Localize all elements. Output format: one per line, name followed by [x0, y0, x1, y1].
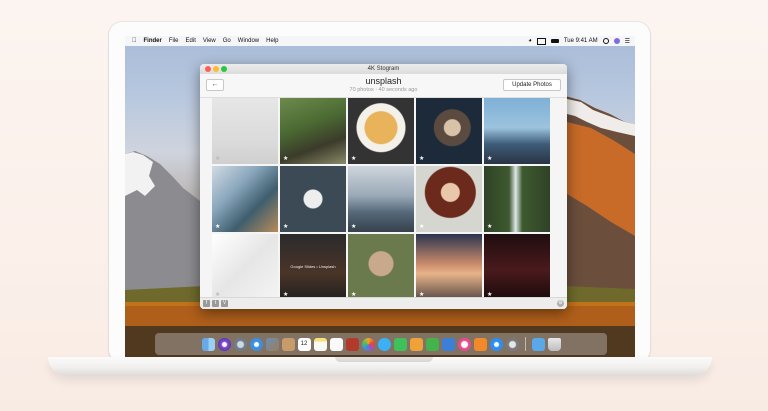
star-icon[interactable]: ★ — [283, 224, 288, 230]
zoom-button[interactable] — [221, 66, 227, 72]
title-bar: 4K Stogram — [200, 64, 567, 74]
clock[interactable]: Tue 9:41 AM — [564, 38, 598, 44]
numbers-icon[interactable] — [425, 337, 439, 351]
photo-monkey[interactable]: ★ — [348, 234, 414, 300]
star-icon[interactable]: ★ — [419, 156, 424, 162]
photo-barber-neon[interactable]: ★ — [484, 234, 550, 300]
notes-icon[interactable] — [313, 337, 327, 351]
contacts-icon[interactable] — [281, 337, 295, 351]
photo-pancakes[interactable]: ★ — [348, 98, 414, 164]
photo-curly-hair[interactable]: ★ — [416, 166, 482, 232]
trash-icon[interactable] — [547, 337, 561, 351]
photo-architecture[interactable]: ★ — [212, 234, 278, 300]
star-icon[interactable]: ★ — [419, 224, 424, 230]
photo-caption: Google Slides • Unsplash — [290, 264, 336, 269]
keynote-icon[interactable] — [441, 337, 455, 351]
photo-waterfall[interactable]: ★ — [484, 166, 550, 232]
pages-icon[interactable] — [409, 337, 423, 351]
messages-icon[interactable] — [377, 337, 391, 351]
airplay-icon[interactable] — [536, 37, 546, 45]
photos-icon[interactable] — [361, 337, 375, 351]
siri-icon[interactable] — [613, 38, 620, 44]
desktop-screen:  Finder File Edit View Go Window Help ◕… — [125, 36, 635, 357]
ibooks-icon[interactable] — [473, 337, 487, 351]
menu-help[interactable]: Help — [266, 38, 278, 44]
notifications-icon[interactable]: ☰ — [625, 38, 630, 45]
battery-icon[interactable] — [550, 39, 559, 43]
menu-file[interactable]: File — [169, 38, 179, 44]
settings-gear-icon[interactable]: ⚙ — [557, 300, 564, 307]
photo-city-skyline[interactable]: ★ — [484, 98, 550, 164]
window-title: 4K Stogram — [367, 66, 400, 72]
star-icon[interactable]: ★ — [283, 156, 288, 162]
star-icon[interactable]: ★ — [215, 224, 220, 230]
photo-gadgets[interactable]: ★ — [280, 166, 346, 232]
menu-go[interactable]: Go — [223, 38, 231, 44]
laptop-notch — [335, 357, 433, 362]
dock-separator — [524, 337, 526, 351]
menu-view[interactable]: View — [203, 38, 216, 44]
photo-grid: ★ ★ ★ ★ ★ ★ ★ ★ ★ ★ ★ Google Slides • Un… — [212, 98, 553, 300]
vimeo-icon[interactable]: V — [221, 300, 228, 307]
reminders-icon[interactable] — [329, 337, 343, 351]
search-icon[interactable] — [602, 38, 609, 44]
facebook-icon[interactable]: f — [203, 300, 210, 307]
photos-preview-icon[interactable] — [265, 337, 279, 351]
menu-window[interactable]: Window — [238, 38, 259, 44]
dock: 12 — [155, 333, 607, 355]
apple-icon[interactable]:  — [132, 38, 137, 44]
itunes-icon[interactable] — [457, 337, 471, 351]
downloads-folder-icon[interactable] — [531, 337, 545, 351]
photo-volcano-sunset[interactable]: ★ — [416, 234, 482, 300]
lake-band — [125, 306, 635, 326]
menu-finder[interactable]: Finder — [144, 38, 162, 44]
star-icon[interactable]: ★ — [351, 224, 356, 230]
safari-icon[interactable] — [249, 337, 263, 351]
launchpad-icon[interactable] — [233, 337, 247, 351]
photo-coast[interactable]: ★ — [348, 166, 414, 232]
bottom-bar: f t V ⚙ — [200, 297, 567, 309]
app-store-icon[interactable] — [489, 337, 503, 351]
minimize-button[interactable] — [213, 66, 219, 72]
menu-bar-status: ◕ Tue 9:41 AM ☰ — [528, 36, 630, 46]
photo-green-valley[interactable]: ★ — [280, 98, 346, 164]
star-icon[interactable]: ★ — [215, 156, 220, 162]
update-photos-button[interactable]: Update Photos — [503, 79, 561, 91]
photo-woman-dark[interactable]: ★ — [416, 98, 482, 164]
photo-google-slides[interactable]: Google Slides • Unsplash ★ — [280, 234, 346, 300]
wifi-icon[interactable]: ◕ — [528, 38, 532, 44]
close-button[interactable] — [205, 66, 211, 72]
twitter-icon[interactable]: t — [212, 300, 219, 307]
menu-edit[interactable]: Edit — [186, 38, 196, 44]
photo-aerial-clouds[interactable]: ★ — [212, 166, 278, 232]
finder-icon[interactable] — [201, 337, 215, 351]
star-icon[interactable]: ★ — [487, 224, 492, 230]
photo-foggy-field[interactable]: ★ — [212, 98, 278, 164]
app-window: 4K Stogram ← unsplash 70 photos · 40 sec… — [200, 64, 567, 309]
star-icon[interactable]: ★ — [351, 156, 356, 162]
toolbar: ← unsplash 70 photos · 40 seconds ago Up… — [200, 74, 567, 98]
menu-bar:  Finder File Edit View Go Window Help ◕… — [125, 36, 635, 46]
system-preferences-icon[interactable] — [505, 337, 519, 351]
photo-booth-icon[interactable] — [345, 337, 359, 351]
star-icon[interactable]: ★ — [487, 156, 492, 162]
calendar-icon[interactable]: 12 — [297, 337, 311, 351]
siri-icon[interactable] — [217, 337, 231, 351]
facetime-icon[interactable] — [393, 337, 407, 351]
